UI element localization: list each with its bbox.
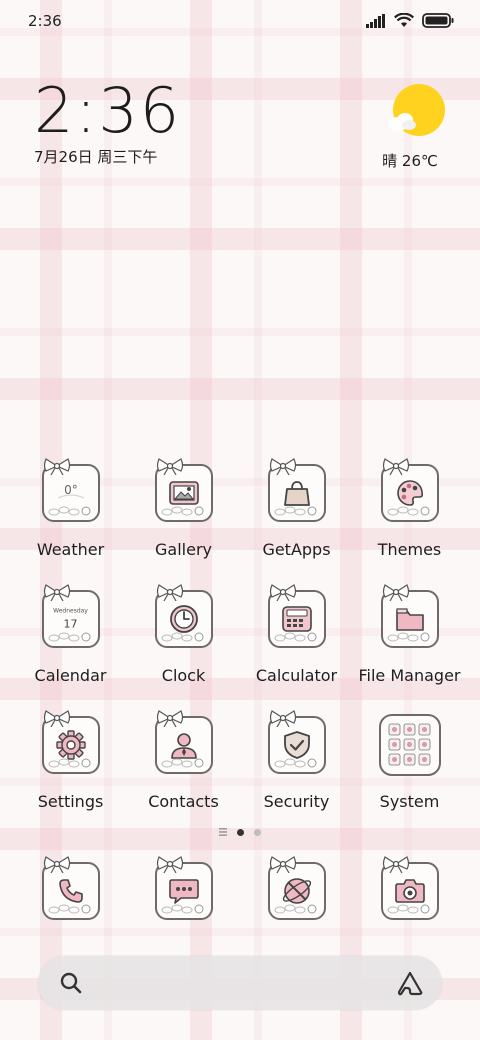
shopping-bag-icon: [267, 458, 326, 522]
app-getapps[interactable]: GetApps: [240, 458, 353, 559]
search-bar[interactable]: [38, 956, 442, 1010]
app-label: Contacts: [148, 792, 219, 811]
app-calculator[interactable]: Calculator: [240, 584, 353, 685]
calendar-icon: Wednesday 17: [41, 584, 100, 648]
app-file-manager[interactable]: File Manager: [353, 584, 466, 685]
browser-icon: [267, 856, 326, 920]
app-label: Settings: [37, 792, 104, 811]
page-dot[interactable]: [254, 828, 261, 836]
gallery-icon: [154, 458, 213, 522]
dock-phone[interactable]: [14, 856, 127, 920]
app-label: Calendar: [34, 666, 107, 685]
contact-icon: [154, 710, 213, 774]
status-icons: [366, 13, 454, 28]
widget-time: 2:36: [34, 74, 182, 147]
app-label: Security: [263, 792, 330, 811]
app-label: GetApps: [262, 540, 331, 559]
dock-camera[interactable]: [353, 856, 466, 920]
dock: [14, 856, 466, 928]
app-settings[interactable]: Settings: [14, 710, 127, 811]
message-icon: [154, 856, 213, 920]
signal-icon: [366, 13, 385, 28]
widget-date: 7月26日 周三下午: [34, 148, 158, 166]
phone-icon: [41, 856, 100, 920]
palette-icon: [380, 458, 439, 522]
weather-widget[interactable]: 晴 26℃: [382, 84, 446, 171]
weather-condition-temp: 晴 26℃: [382, 152, 438, 170]
calculator-icon: [267, 584, 326, 648]
dock-messages[interactable]: [127, 856, 240, 920]
app-gallery[interactable]: Gallery: [127, 458, 240, 559]
page-dot-active[interactable]: [237, 828, 244, 836]
app-weather[interactable]: 0° Weather: [14, 458, 127, 559]
shield-icon: [267, 710, 326, 774]
sun-cloud-icon: [388, 84, 445, 136]
page-indicator[interactable]: [0, 828, 480, 836]
dock-browser[interactable]: [240, 856, 353, 920]
status-bar: 2:36: [0, 0, 480, 44]
battery-icon: [422, 13, 454, 28]
app-themes[interactable]: Themes: [353, 458, 466, 559]
camera-icon: [380, 856, 439, 920]
app-label: File Manager: [358, 666, 461, 685]
app-label: Calculator: [255, 666, 338, 685]
app-label: System: [379, 792, 440, 811]
clock-icon: [154, 584, 213, 648]
folder-grid-icon: [378, 714, 441, 776]
app-label: Weather: [36, 540, 105, 559]
app-security[interactable]: Security: [240, 710, 353, 811]
calendar-day-name: Wednesday: [53, 607, 88, 615]
list-icon: [219, 828, 227, 836]
weather-icon: 0°: [41, 458, 100, 522]
app-label: Clock: [161, 666, 206, 685]
wifi-icon: [394, 13, 414, 27]
app-clock[interactable]: Clock: [127, 584, 240, 685]
app-calendar[interactable]: Wednesday 17 Calendar: [14, 584, 127, 685]
gear-icon: [41, 710, 100, 774]
app-system-folder[interactable]: System: [353, 714, 466, 811]
search-icon[interactable]: [60, 972, 82, 994]
app-contacts[interactable]: Contacts: [127, 710, 240, 811]
app-label: Gallery: [155, 540, 212, 559]
clock-widget[interactable]: 2:36 7月26日 周三下午: [34, 78, 181, 167]
app-label: Themes: [377, 540, 442, 559]
folder-icon: [380, 584, 439, 648]
assistant-icon[interactable]: [396, 970, 424, 996]
status-time: 2:36: [28, 12, 62, 30]
